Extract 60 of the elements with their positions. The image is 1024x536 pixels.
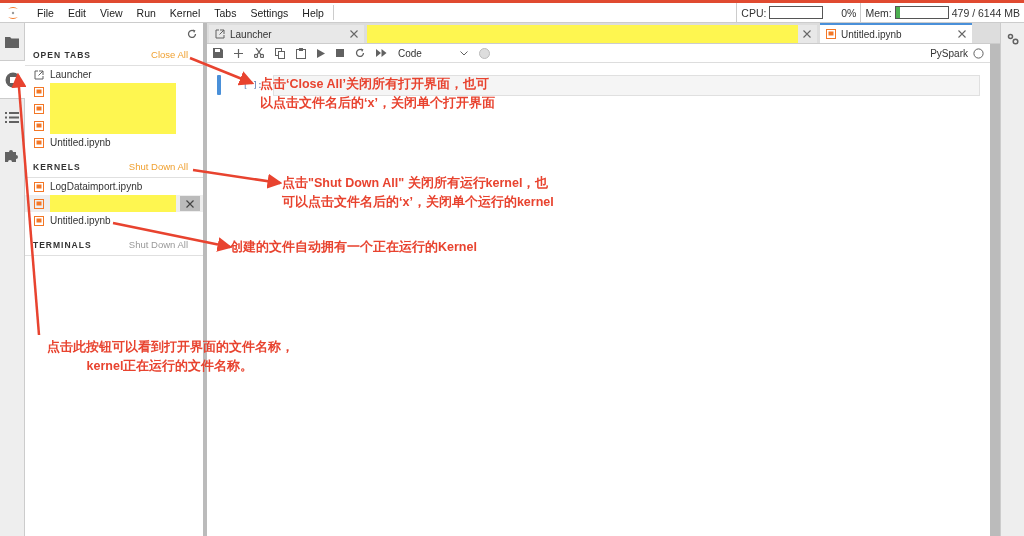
section-title: OPEN TABS — [33, 49, 91, 60]
annotation-text: 点击‘Close All’关闭所有打开界面，也可 以点击文件名后的‘x’，关闭单个打开界面 — [260, 76, 495, 112]
running-item[interactable]: Untitled.ipynb — [25, 212, 203, 229]
copy-icon[interactable] — [275, 47, 285, 59]
notebook-icon — [34, 103, 44, 114]
list-icon — [5, 112, 19, 123]
running-item[interactable]: LogDataimport.ipynb — [25, 178, 203, 195]
plus-icon[interactable] — [234, 48, 243, 58]
cpu-reading: 0% — [840, 6, 857, 19]
notebook-icon — [34, 181, 44, 192]
annotation-arrow — [189, 56, 255, 86]
document-tab[interactable]: Untitled.ipynb — [820, 23, 972, 43]
launch-icon — [34, 69, 44, 80]
running-item[interactable]: Launcher — [25, 66, 203, 83]
fast-forward-icon[interactable] — [376, 49, 387, 57]
cell-type-dropdown[interactable]: Code — [398, 47, 468, 59]
gears-icon[interactable] — [1006, 33, 1019, 45]
restart-icon[interactable] — [355, 48, 365, 58]
close-icon — [186, 199, 194, 208]
annotation-text: 点击"Shut Down All" 关闭所有运行kernel，也 可以点击文件名后的‘x’，关闭单个运行的kernel — [282, 175, 554, 211]
document-tab[interactable]: Launcher — [209, 25, 364, 43]
annotation-text: 创建的文件自动拥有一个正在运行的Kernel — [230, 239, 477, 256]
play-icon[interactable] — [317, 48, 325, 58]
folder-icon — [5, 35, 19, 48]
notebook-icon — [34, 86, 44, 97]
cpu-label: CPU: — [741, 6, 767, 19]
close-icon[interactable] — [803, 30, 811, 38]
jupyter-logo-icon — [6, 4, 20, 21]
running-item[interactable]: Untitled.ipynb — [25, 134, 203, 151]
refresh-icon[interactable] — [187, 29, 197, 39]
code-cell-input[interactable] — [273, 74, 980, 96]
save-icon[interactable] — [213, 48, 223, 58]
menu-item[interactable]: View — [100, 6, 123, 19]
launch-icon — [215, 29, 225, 39]
notebook-icon — [34, 198, 44, 209]
scissors-icon[interactable] — [254, 48, 264, 58]
notebook-icon — [34, 137, 44, 148]
menu-item[interactable]: Kernel — [169, 6, 201, 19]
memory-reading: 479 / 6144 MB — [951, 6, 1020, 19]
notebook-icon — [34, 215, 44, 226]
annotation-text: 点击此按钮可以看到打开界面的文件名称， kernel正在运行的文件名称。 — [45, 339, 295, 375]
memory-label: Mem: — [865, 6, 892, 19]
close-icon[interactable] — [958, 30, 966, 38]
notebook-icon — [826, 29, 836, 39]
chevron-down-icon — [459, 50, 468, 56]
menu-item[interactable]: Edit — [67, 6, 86, 19]
puzzle-icon — [5, 147, 19, 162]
clipboard-icon[interactable] — [296, 47, 306, 59]
section-title: TERMINALS — [33, 239, 92, 250]
section-title: KERNELS — [33, 161, 81, 172]
running-item[interactable] — [25, 195, 203, 212]
menu-item[interactable]: Settings — [250, 6, 289, 19]
menu-item[interactable]: Run — [136, 6, 156, 19]
menu-item[interactable]: Help — [302, 6, 324, 19]
kernel-name[interactable]: PySpark — [930, 47, 968, 59]
close-button[interactable] — [180, 196, 200, 211]
notebook-icon — [34, 120, 44, 131]
menu-item[interactable]: Tabs — [214, 6, 237, 19]
menu-item[interactable]: File — [37, 6, 54, 19]
close-icon[interactable] — [350, 30, 358, 38]
